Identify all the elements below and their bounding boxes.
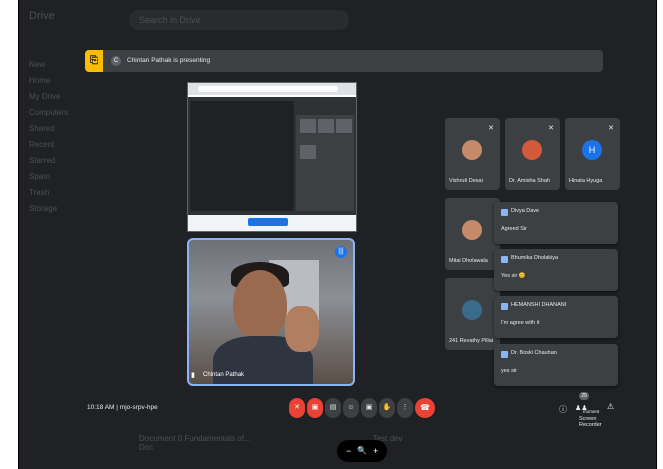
- chat-message: Yes sir 😊: [501, 273, 526, 279]
- chat-notification[interactable]: Dr. Boski Chauhan yes sir: [494, 344, 618, 386]
- present-button[interactable]: ▣: [361, 398, 377, 418]
- moment-label: moment: [583, 409, 600, 414]
- chat-sender: Dr. Boski Chauhan: [511, 350, 557, 356]
- drive-logo: Drive: [29, 10, 55, 22]
- more-options-button[interactable]: ⋮: [397, 398, 413, 418]
- presenter-hand: [285, 306, 319, 352]
- avatar: [522, 140, 542, 160]
- meeting-code: mjo-srpv-hpe: [119, 404, 158, 411]
- chat-icon: [501, 256, 508, 263]
- thumbnail: [336, 119, 352, 133]
- mic-off-button[interactable]: ✕: [289, 398, 305, 418]
- participant-name: Mitai Dholawala: [449, 258, 488, 264]
- screen-recorder-label: Screen Recorder: [579, 416, 602, 428]
- separator: |: [116, 404, 118, 411]
- leave-call-button[interactable]: ☎: [415, 398, 435, 418]
- participant-name: Vishruti Desai: [449, 178, 483, 184]
- participant-name: Dr. Amisha Shah: [509, 178, 550, 184]
- present-screen-icon[interactable]: ⎘: [85, 50, 103, 72]
- shared-screen-content: [188, 97, 356, 215]
- meeting-time: 10:18 AM: [87, 404, 115, 411]
- taskbar: [188, 215, 356, 231]
- shared-screen-panel: [296, 115, 354, 211]
- participant-count-badge: 29: [579, 392, 589, 400]
- shared-screen: [187, 82, 357, 232]
- zoom-in-button[interactable]: +: [373, 440, 378, 462]
- info-icon[interactable]: ⓘ: [559, 404, 567, 415]
- camera-off-button[interactable]: ▣: [307, 398, 323, 418]
- presenter-face: [233, 270, 287, 340]
- chat-notification[interactable]: HEMANSHI DHANANI I'm agree with it: [494, 296, 618, 338]
- chat-message: yes sir: [501, 368, 517, 374]
- presenting-label: Chintan Pathak is presenting: [127, 57, 211, 64]
- chat-notification[interactable]: Divya Dave Agreed Sir: [494, 202, 618, 244]
- reactions-button[interactable]: ☺: [343, 398, 359, 418]
- meet-window: ⎘ C Chintan Pathak is presenting ||| ▮ C…: [79, 42, 620, 434]
- presenting-bar: ⎘ C Chintan Pathak is presenting: [85, 50, 603, 72]
- raise-hand-button[interactable]: ✋: [379, 398, 395, 418]
- chat-notification[interactable]: Bhumika Dholakiya Yes sir 😊: [494, 249, 618, 291]
- presenter-avatar: C: [111, 56, 121, 66]
- shared-screen-main: [190, 101, 294, 211]
- chat-icon: [501, 351, 508, 358]
- mic-icon: ▮: [191, 372, 195, 379]
- participant-name: Hinata Hyuga: [569, 178, 603, 184]
- thumbnail: [300, 145, 316, 159]
- file-item[interactable]: Doc: [139, 443, 153, 452]
- chat-sender: HEMANSHI DHANANI: [511, 302, 567, 308]
- chat-message: Agreed Sir: [501, 226, 527, 232]
- presenter-name: Chintan Pathak: [203, 372, 245, 378]
- chat-icon: [501, 303, 508, 310]
- mic-off-icon: ✕: [608, 125, 614, 132]
- chat-icon: [501, 209, 508, 216]
- mic-off-icon: ✕: [548, 125, 554, 132]
- address-bar: [198, 86, 338, 92]
- screen-recorder-icon[interactable]: ⚠: [607, 402, 614, 411]
- thumbnail: [300, 119, 316, 133]
- mic-off-icon: ✕: [488, 125, 494, 132]
- meeting-info: 10:18 AM | mjo-srpv-hpe: [87, 404, 158, 411]
- chat-message: I'm agree with it: [501, 320, 540, 326]
- avatar: [462, 140, 482, 160]
- avatar: H: [582, 140, 602, 160]
- participant-tile[interactable]: ✕ Dr. Amisha Shah: [505, 118, 560, 190]
- chat-sender: Bhumika Dholakiya: [511, 255, 559, 261]
- participant-tile[interactable]: ✕ H Hinata Hyuga: [565, 118, 620, 190]
- thumbnail: [318, 119, 334, 133]
- browser-toolbar: [188, 83, 356, 95]
- taskbar-button: [248, 218, 288, 226]
- speaking-icon: |||: [335, 246, 347, 258]
- zoom-out-button[interactable]: −: [346, 440, 351, 462]
- participant-name: 241 Revathy Pillai: [449, 338, 494, 344]
- drive-search-input[interactable]: Search in Drive: [129, 10, 349, 30]
- file-item[interactable]: Document 0 Fundamentals of...: [139, 434, 251, 443]
- avatar: [462, 300, 482, 320]
- zoom-icon: 🔍: [357, 446, 367, 455]
- participant-tile[interactable]: ✕ Vishruti Desai: [445, 118, 500, 190]
- participant-tile[interactable]: 241 Revathy Pillai: [445, 278, 500, 350]
- avatar: [462, 220, 482, 240]
- zoom-control: − 🔍 +: [337, 440, 387, 462]
- presenter-video: ||| ▮ Chintan Pathak: [187, 238, 355, 386]
- screen-frame: Drive Search in Drive New Home My Drive …: [18, 0, 657, 469]
- participant-tile[interactable]: Mitai Dholawala: [445, 198, 500, 270]
- chat-sender: Divya Dave: [511, 208, 540, 214]
- drive-file-list: Document 0 Fundamentals of... Test dev D…: [139, 434, 656, 452]
- captions-button[interactable]: ▤: [325, 398, 341, 418]
